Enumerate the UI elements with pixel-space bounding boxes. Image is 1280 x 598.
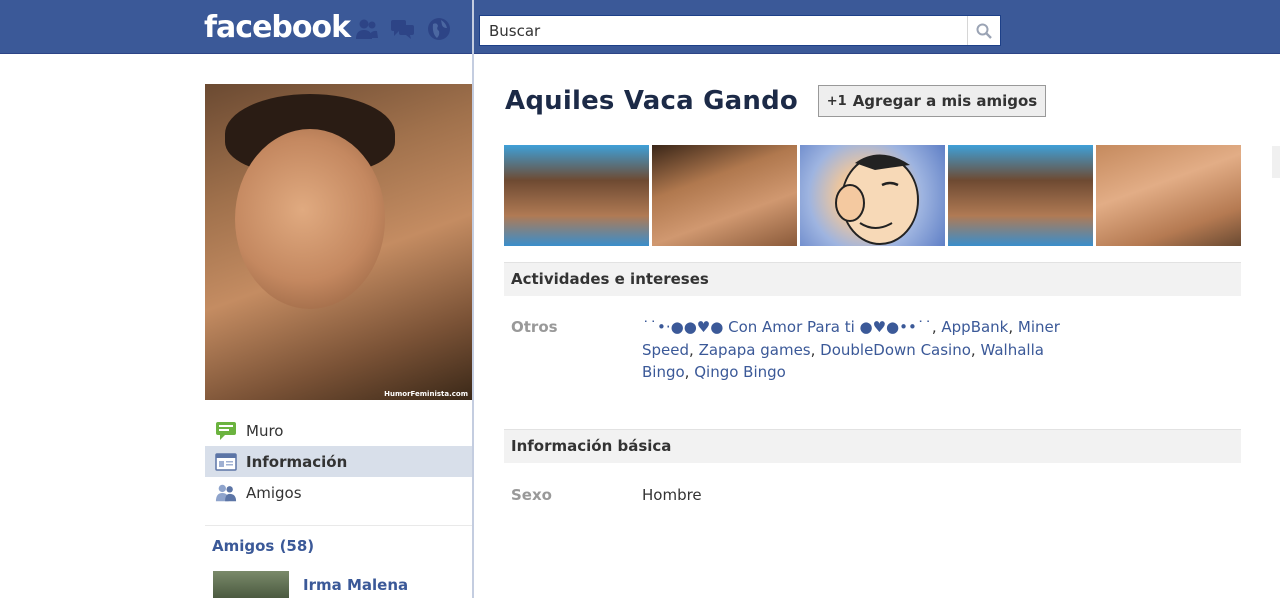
section-header-basic-info: Información básica bbox=[504, 429, 1241, 463]
profile-picture-face bbox=[235, 129, 385, 309]
sidebar-item-muro[interactable]: Muro bbox=[205, 415, 472, 446]
search-icon bbox=[976, 23, 992, 39]
info-label-sexo: Sexo bbox=[511, 486, 552, 504]
photo-thumbnail[interactable] bbox=[800, 145, 945, 246]
interest-link[interactable]: Qingo Bingo bbox=[694, 363, 786, 381]
photo-thumbnail[interactable] bbox=[948, 145, 1093, 246]
friends-icon bbox=[215, 483, 237, 503]
sidebar-item-label: Amigos bbox=[246, 483, 302, 502]
photo-strip bbox=[504, 145, 1241, 246]
friend-avatar[interactable] bbox=[213, 571, 289, 598]
interests-list: ˙˙•·●●♥● Con Amor Para ti ●♥●••˙˙, AppBa… bbox=[642, 318, 1060, 381]
sidebar-item-informacion[interactable]: Información bbox=[205, 446, 472, 477]
interest-link[interactable]: ˙˙•·●●♥● Con Amor Para ti ●♥●••˙˙ bbox=[642, 318, 932, 336]
add-friend-label: Agregar a mis amigos bbox=[852, 92, 1038, 110]
notifications-icon[interactable] bbox=[426, 17, 452, 41]
scroll-edge bbox=[1272, 146, 1280, 178]
interest-link[interactable]: DoubleDown Casino bbox=[820, 341, 971, 359]
jewel-bar bbox=[354, 17, 452, 41]
profile-picture-watermark: HumorFeminista.com bbox=[384, 390, 468, 398]
messages-icon[interactable] bbox=[390, 17, 416, 41]
search-input[interactable] bbox=[480, 16, 986, 45]
friends-count-link[interactable]: Amigos (58) bbox=[212, 537, 314, 555]
profile-picture[interactable]: HumorFeminista.com bbox=[205, 84, 472, 400]
top-bar: facebook bbox=[0, 0, 1280, 54]
friend-item[interactable]: Irma Malena bbox=[213, 571, 473, 598]
photo-thumbnail[interactable] bbox=[652, 145, 797, 246]
content-divider bbox=[472, 0, 474, 598]
wall-icon bbox=[215, 421, 237, 441]
info-value-sexo: Hombre bbox=[642, 486, 702, 504]
interest-link[interactable]: Zapapa games bbox=[699, 341, 811, 359]
friend-requests-icon[interactable] bbox=[354, 17, 380, 41]
search-button[interactable] bbox=[967, 16, 1000, 45]
facebook-logo[interactable]: facebook bbox=[204, 10, 351, 46]
profile-name: Aquiles Vaca Gando bbox=[505, 86, 798, 116]
photo-thumbnail[interactable] bbox=[504, 145, 649, 246]
search-box bbox=[479, 15, 1001, 46]
add-friend-button[interactable]: +1 Agregar a mis amigos bbox=[818, 85, 1046, 117]
cartoon-face-image bbox=[835, 154, 919, 245]
sidebar-item-label: Información bbox=[246, 452, 348, 471]
friend-name-link[interactable]: Irma Malena bbox=[303, 576, 408, 594]
info-icon bbox=[215, 452, 237, 472]
photo-thumbnail[interactable] bbox=[1096, 145, 1241, 246]
interest-link[interactable]: AppBank bbox=[941, 318, 1008, 336]
add-friend-icon: +1 bbox=[826, 93, 847, 109]
sidebar-item-label: Muro bbox=[246, 421, 284, 440]
sidebar-divider bbox=[205, 525, 472, 526]
sidebar-item-amigos[interactable]: Amigos bbox=[205, 477, 472, 508]
section-header-activities: Actividades e intereses bbox=[504, 262, 1241, 296]
sidebar-nav: Muro Información Amigos bbox=[205, 415, 472, 508]
info-label-otros: Otros bbox=[511, 318, 558, 336]
